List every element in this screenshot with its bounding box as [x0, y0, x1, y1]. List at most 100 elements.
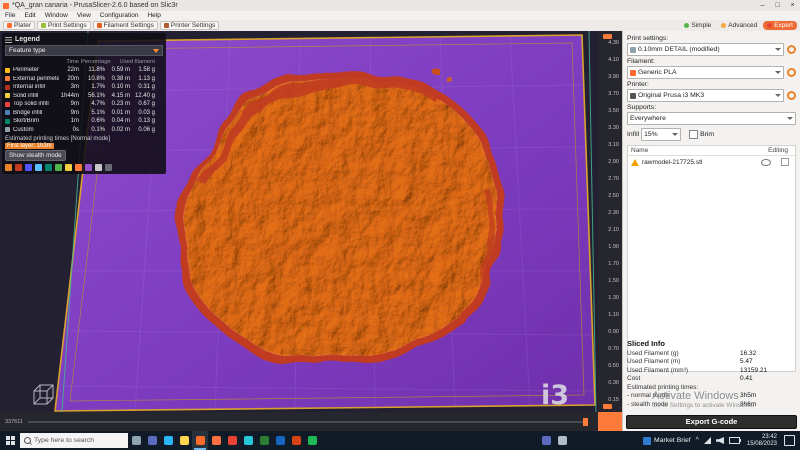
- feature-row[interactable]: Solid infill 1h44m 56.1% 4.15 m 12.40 g: [5, 92, 163, 101]
- layer-tick-label: 0.30: [608, 380, 619, 386]
- layer-tick-label: 2.50: [608, 193, 619, 199]
- layer-tick-label: 3.90: [608, 74, 619, 80]
- taskbar-app-icon[interactable]: [192, 431, 208, 450]
- settings-tab[interactable]: Printer Settings: [160, 21, 219, 30]
- move-slider-bar: 337611: [0, 412, 598, 431]
- legend-option-icon[interactable]: [65, 164, 72, 171]
- tray-chevron-icon[interactable]: ^: [696, 437, 699, 444]
- feature-row[interactable]: Bridge infill 9m 5.1% 0.01 m 0.03 g: [5, 109, 163, 118]
- taskbar-app-icon[interactable]: [128, 431, 144, 450]
- print-settings-gear-icon[interactable]: [787, 45, 796, 54]
- close-button[interactable]: ×: [785, 0, 800, 11]
- taskbar-app-icon[interactable]: [144, 431, 160, 450]
- taskbar-app-icon[interactable]: [208, 431, 224, 450]
- legend-option-icon[interactable]: [5, 164, 12, 171]
- legend-option-icon[interactable]: [35, 164, 42, 171]
- system-tray: Market Brief ^ 23:42 15/08/2023: [643, 434, 800, 448]
- feature-row[interactable]: Custom 0s 0.1% 0.02 m 0.06 g: [5, 126, 163, 135]
- network-icon[interactable]: [704, 437, 711, 444]
- menu-item[interactable]: View: [77, 12, 91, 19]
- feature-row[interactable]: Internal infill 3m 1.7% 0.10 m 0.31 g: [5, 83, 163, 92]
- layer-slider-lower-handle[interactable]: [603, 404, 612, 409]
- feature-row[interactable]: Top solid infill 9m 4.7% 0.23 m 0.67 g: [5, 100, 163, 109]
- sliced-info-row: Used Filament (mm³) 13159.21: [627, 367, 796, 376]
- menu-item[interactable]: Configuration: [100, 12, 139, 19]
- menu-item[interactable]: Edit: [24, 12, 35, 19]
- maximize-button[interactable]: □: [770, 0, 785, 11]
- taskbar-app-icon[interactable]: [288, 431, 304, 450]
- filament-gear-icon[interactable]: [787, 68, 796, 77]
- layer-tick-label: 2.90: [608, 159, 619, 165]
- minimize-button[interactable]: –: [755, 0, 770, 11]
- taskbar-app-icon[interactable]: [176, 431, 192, 450]
- menu-item[interactable]: Help: [147, 12, 160, 19]
- legend-option-icon[interactable]: [95, 164, 102, 171]
- supports-select[interactable]: Everywhere: [627, 112, 796, 125]
- infill-select[interactable]: 15%: [641, 128, 681, 141]
- printer-gear-icon[interactable]: [787, 91, 796, 100]
- filament-select[interactable]: Generic PLA: [627, 66, 784, 79]
- 3d-viewport[interactable]: i3 Legend: [0, 31, 598, 412]
- taskbar-app-icon[interactable]: [538, 431, 554, 450]
- feature-row[interactable]: External perimeter 20m 10.8% 0.38 m 1.13…: [5, 75, 163, 84]
- menu-item[interactable]: File: [5, 12, 15, 19]
- settings-tab[interactable]: Plater: [3, 21, 35, 30]
- move-slider-handle[interactable]: [583, 418, 588, 426]
- taskbar-app-icon[interactable]: [272, 431, 288, 450]
- settings-tab[interactable]: Print Settings: [37, 21, 91, 30]
- notification-center-icon[interactable]: [784, 435, 795, 446]
- volume-icon[interactable]: [716, 437, 724, 444]
- legend-option-icon[interactable]: [15, 164, 22, 171]
- taskbar-app-icon[interactable]: [240, 431, 256, 450]
- mode-button[interactable]: Expert: [763, 21, 797, 30]
- edit-icon[interactable]: [781, 158, 789, 166]
- print-settings-label: Print settings:: [627, 35, 796, 42]
- taskbar-app-icon[interactable]: [554, 431, 570, 450]
- search-box[interactable]: Type here to search: [20, 433, 128, 448]
- legend-option-icon[interactable]: [75, 164, 82, 171]
- layer-slider[interactable]: 4.304.103.903.703.503.303.102.902.702.50…: [598, 31, 622, 412]
- settings-tabs: Plater Print Settings Filament Settings …: [3, 21, 219, 30]
- legend-option-icon[interactable]: [55, 164, 62, 171]
- layer-tick-label: 1.10: [608, 312, 619, 318]
- feature-row[interactable]: Perimeter 22m 11.8% 0.59 m 1.58 g: [5, 66, 163, 75]
- show-stealth-mode-button[interactable]: Show stealth mode: [5, 150, 66, 161]
- battery-icon[interactable]: [729, 437, 740, 444]
- chevron-down-icon: [775, 94, 781, 97]
- sliced-times-label: Estimated printing times:: [627, 384, 740, 393]
- settings-tab[interactable]: Filament Settings: [93, 21, 158, 30]
- chevron-down-icon: [672, 133, 678, 136]
- taskbar-app-icon[interactable]: [256, 431, 272, 450]
- legend-option-icon[interactable]: [25, 164, 32, 171]
- mode-button[interactable]: Advanced: [717, 21, 761, 30]
- menu-item[interactable]: Window: [45, 12, 68, 19]
- feature-name: External perimeter: [13, 76, 59, 82]
- eye-icon[interactable]: [761, 159, 771, 166]
- brim-checkbox[interactable]: [689, 130, 698, 139]
- layer-tick-label: 4.10: [608, 57, 619, 63]
- move-slider-track[interactable]: [28, 421, 588, 423]
- taskbar-app-icon[interactable]: [304, 431, 320, 450]
- legend-option-icon[interactable]: [105, 164, 112, 171]
- layer-slider-upper-handle[interactable]: [603, 34, 612, 39]
- feature-row[interactable]: Skirt/Brim 1m 0.6% 0.04 m 0.13 g: [5, 117, 163, 126]
- object-row[interactable]: rawmodel-217725.stl: [628, 156, 795, 168]
- feature-percentage: 56.1%: [81, 93, 107, 99]
- export-gcode-button[interactable]: Export G-code: [626, 415, 797, 429]
- start-button[interactable]: [0, 431, 20, 450]
- mode-button[interactable]: Simple: [680, 21, 715, 30]
- chevron-down-icon[interactable]: [153, 49, 159, 53]
- printer-select[interactable]: Original Prusa i3 MK3: [627, 89, 784, 102]
- print-settings-select[interactable]: 0.10mm DETAIL (modified): [627, 43, 784, 56]
- feature-percentage: 11.8%: [81, 67, 107, 73]
- view-type-select[interactable]: Feature type: [5, 45, 163, 56]
- legend-option-icon[interactable]: [45, 164, 52, 171]
- slider-corner-button[interactable]: [598, 412, 622, 431]
- market-brief-widget[interactable]: Market Brief: [643, 437, 691, 445]
- legend-option-icon[interactable]: [85, 164, 92, 171]
- taskbar-app-icon[interactable]: [160, 431, 176, 450]
- search-icon: [24, 437, 31, 444]
- clock[interactable]: 23:42 15/08/2023: [747, 434, 777, 448]
- feature-filament-length: 0.23 m: [107, 101, 132, 107]
- taskbar-app-icon[interactable]: [224, 431, 240, 450]
